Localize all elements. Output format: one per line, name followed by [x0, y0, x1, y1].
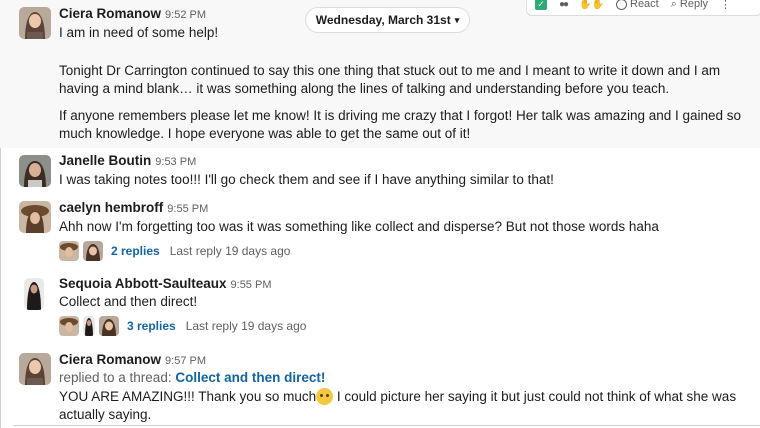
author-name[interactable]: Ciera Romanow 9:52 PM — [59, 6, 206, 21]
pleading-face-emoji-icon — [316, 388, 334, 405]
message-actions-toolbar: ✓ ●● ✋✋ React ⌕ Reply ⋮ — [526, 0, 760, 16]
timestamp[interactable]: 9:55 PM — [167, 203, 208, 215]
reply-avatar — [99, 316, 119, 336]
message-text-part: YOU ARE AMAZING!!! Thank you so much — [59, 389, 317, 404]
thread-link[interactable]: Collect and then direct! — [175, 370, 325, 385]
avatar[interactable] — [19, 201, 51, 233]
date-label: Wednesday, March 31st — [315, 13, 451, 27]
check-mark-icon: ✓ — [535, 0, 547, 10]
reply-avatar — [83, 241, 103, 261]
message-text: Collect and then direct! — [59, 294, 198, 309]
react-button[interactable]: React — [616, 0, 659, 10]
timestamp[interactable]: 9:53 PM — [155, 156, 196, 168]
timestamp[interactable]: 9:55 PM — [231, 279, 272, 291]
avatar[interactable] — [19, 353, 51, 385]
author-name[interactable]: Ciera Romanow 9:57 PM — [59, 352, 206, 367]
avatar[interactable] — [24, 278, 44, 310]
add-reaction-icon — [616, 0, 627, 10]
reply-label: Reply — [679, 0, 709, 10]
message-text: I was taking notes too!!! I'll go check … — [59, 172, 554, 187]
replies-link[interactable]: 2 replies — [111, 244, 160, 258]
author-name[interactable]: Sequoia Abbott-Saulteaux 9:55 PM — [59, 276, 271, 291]
avatar[interactable] — [19, 7, 51, 39]
date-divider-button[interactable]: Wednesday, March 31st ▾ — [305, 7, 470, 33]
reply-avatar — [59, 316, 79, 336]
react-check-button[interactable]: ✓ — [535, 0, 547, 10]
avatar[interactable] — [19, 155, 51, 187]
message-paragraph: Tonight Dr Carrington continued to say t… — [59, 63, 721, 96]
reply-avatar — [59, 241, 79, 261]
message-ciera-2[interactable]: Ciera Romanow 9:57 PM replied to a thread… — [0, 346, 760, 428]
thread-summary[interactable]: 3 replies Last reply 19 days ago — [59, 316, 306, 336]
message-text: Ahh now I'm forgetting too was it was so… — [59, 219, 659, 234]
composer-top-border — [14, 425, 760, 426]
replied-to-thread: replied to a thread: Collect and then di… — [59, 369, 749, 387]
more-vertical-icon: ⋮ — [720, 0, 732, 11]
chevron-down-icon: ▾ — [454, 14, 460, 25]
last-reply-text: Last reply 19 days ago — [169, 244, 291, 258]
raised-hands-reaction-button[interactable]: ✋✋ — [579, 0, 604, 10]
react-label: React — [630, 0, 659, 10]
author-name[interactable]: Janelle Boutin 9:53 PM — [59, 153, 196, 168]
more-actions-button[interactable]: ⋮ — [720, 0, 731, 11]
reply-avatar — [83, 316, 95, 336]
replied-prefix: replied to a thread: — [59, 370, 172, 385]
last-reply-text: Last reply 19 days ago — [185, 319, 307, 333]
reply-icon: ⌕ — [670, 0, 677, 10]
message-text: YOU ARE AMAZING!!! Thank you so much I c… — [59, 388, 749, 424]
message-paragraph: If anyone remembers please let me know! … — [59, 108, 742, 141]
eyes-reaction-button[interactable]: ●● — [559, 0, 569, 10]
replies-link[interactable]: 3 replies — [127, 319, 176, 333]
message-sequoia[interactable]: Sequoia Abbott-Saulteaux 9:55 PM Collect … — [0, 270, 760, 346]
message-caelyn[interactable]: caelyn hembroff 9:55 PM Ahh now I'm forge… — [0, 194, 760, 270]
timestamp[interactable]: 9:52 PM — [165, 9, 206, 21]
reply-button[interactable]: ⌕ Reply — [671, 0, 708, 11]
thread-summary[interactable]: 2 replies Last reply 19 days ago — [59, 241, 290, 261]
message-janelle[interactable]: Janelle Boutin 9:53 PM I was taking notes… — [0, 148, 760, 194]
timestamp[interactable]: 9:57 PM — [165, 355, 206, 367]
author-name[interactable]: caelyn hembroff 9:55 PM — [59, 200, 208, 215]
